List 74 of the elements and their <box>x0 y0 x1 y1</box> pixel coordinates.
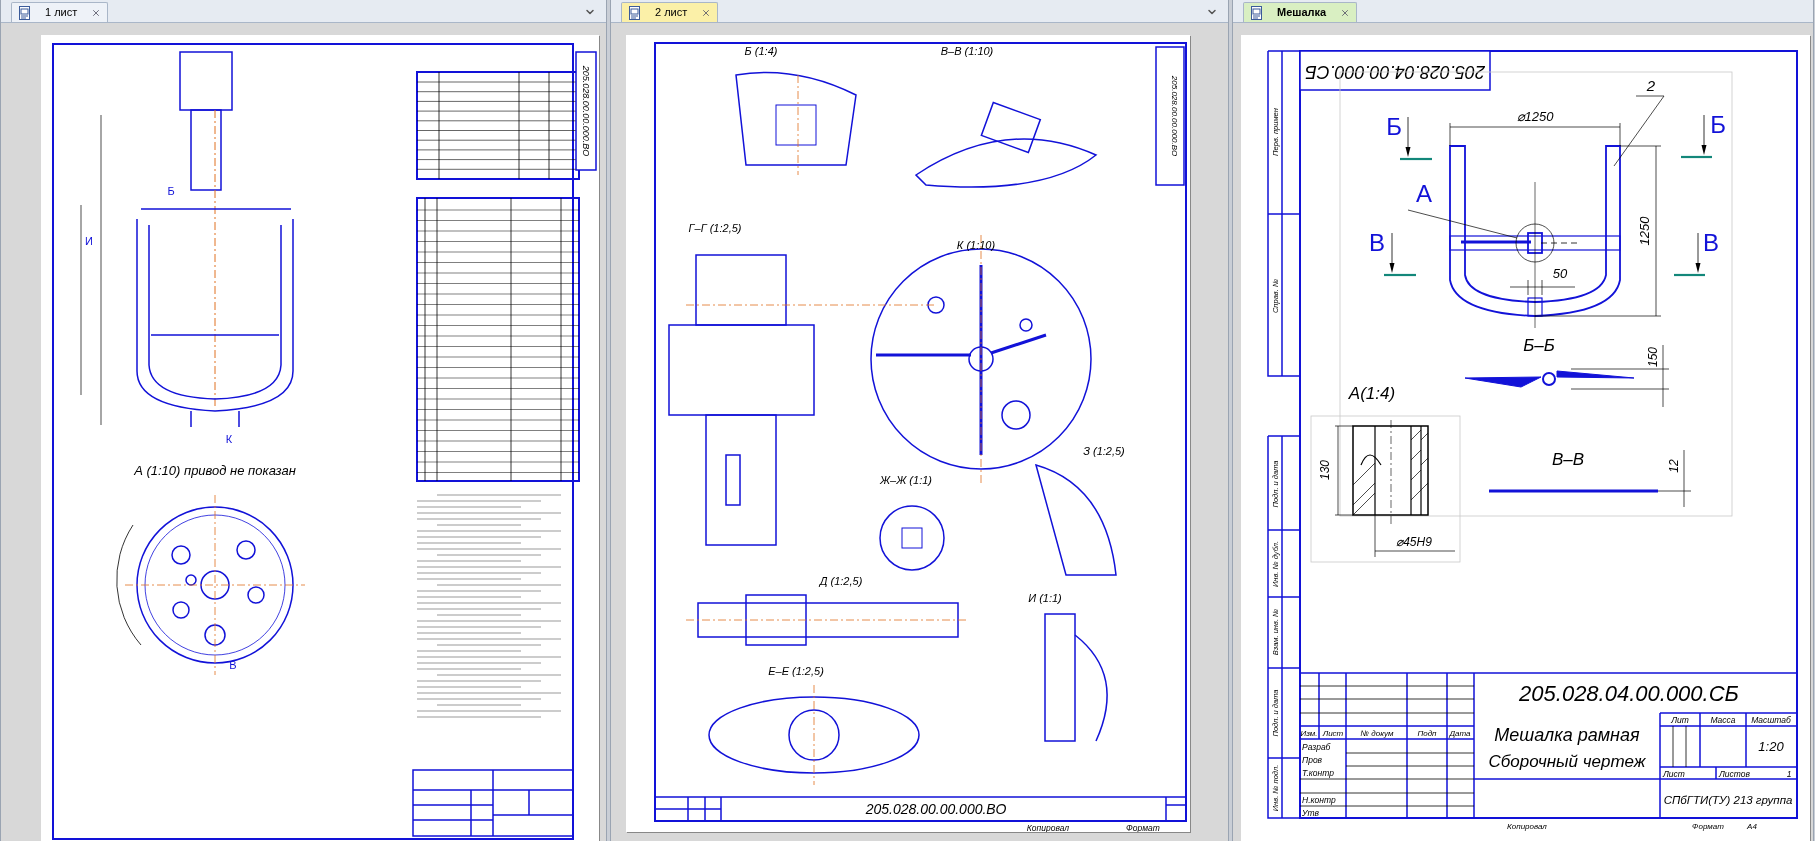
column-header: Масштаб <box>1751 715 1791 725</box>
view-title: А (1:10) привод не показан <box>134 463 296 478</box>
callout-letter: А <box>1416 180 1432 207</box>
view-mark: Б <box>167 185 175 197</box>
drawing-code: 205.028.00.00.000.ВО <box>1170 75 1179 157</box>
document-tab[interactable]: Мешалка <box>1243 2 1358 22</box>
footer-label: Формат <box>1126 823 1160 832</box>
section-arrow <box>1400 116 1432 161</box>
dimension-text: ⌀1250 <box>1516 109 1554 124</box>
column-header: Масса <box>1710 715 1736 725</box>
column-header: Лист <box>1322 729 1344 738</box>
column-header: Лит <box>1671 715 1689 725</box>
role-label: Н.контр <box>1302 795 1336 805</box>
dimension-text: 12 <box>1667 459 1681 473</box>
view-label: К (1:10) <box>956 239 996 251</box>
view-label: А(1:4) <box>1348 384 1396 403</box>
drawing-title: Мешалка рамная <box>1494 725 1640 745</box>
view-label: З (1:2,5) <box>1083 445 1125 457</box>
view-label: Ж–Ж (1:1) <box>880 474 932 486</box>
column-header: Подп <box>1417 729 1437 738</box>
drawing-code: 205.028.04.00.000.СБ <box>1305 62 1485 82</box>
view-label: Д (1:2,5) <box>819 575 863 587</box>
section-letter: Б <box>1386 113 1402 140</box>
document-icon <box>18 5 31 20</box>
organization-text: СПбГТИ(ТУ) 213 группа <box>1663 794 1793 806</box>
document-icon <box>628 5 641 20</box>
drawing-code: 205.028.00.00.000.ВО <box>865 801 1007 817</box>
section-letter: В <box>1369 229 1385 256</box>
close-icon[interactable] <box>701 7 712 18</box>
dimension-text: ⌀45H9 <box>1396 535 1432 549</box>
view-mark: К <box>225 433 233 445</box>
view-label: Б–Б <box>1523 336 1555 355</box>
close-icon[interactable] <box>91 7 102 18</box>
leader-line <box>1613 95 1665 167</box>
view-label: В–В (1:10) <box>940 45 994 57</box>
drawing-title: Сборочный чертеж <box>1488 752 1646 771</box>
role-label: Разраб <box>1302 742 1331 752</box>
dimension-text: 1250 <box>1637 216 1652 246</box>
column-header: Изм. <box>1300 729 1318 738</box>
footer-label: Формат <box>1692 822 1724 831</box>
column-header: № докум <box>1360 729 1394 738</box>
role-label: Утв <box>1302 808 1319 818</box>
view-label: В–В <box>1551 450 1585 469</box>
view-label: Е–Е (1:2,5) <box>768 665 824 677</box>
document-tab[interactable]: 1 лист <box>11 2 109 22</box>
footer-label: Копировал <box>1507 822 1547 831</box>
dimension-text: 50 <box>1552 266 1568 281</box>
section-letter: Б <box>1710 111 1726 138</box>
close-icon[interactable] <box>1340 7 1351 18</box>
section-arrow <box>1384 232 1416 277</box>
role-label: Пров <box>1302 755 1323 765</box>
section-letter: В <box>1703 229 1719 256</box>
role-label: Т.контр <box>1302 768 1334 778</box>
scale-value: 1:20 <box>1758 739 1784 754</box>
view-label: Б (1:4) <box>744 45 778 57</box>
section-arrow <box>1681 114 1712 159</box>
view-mark: И <box>85 235 93 247</box>
drawing-code: 205.028.00.00.000.ВО <box>581 65 591 157</box>
document-icon <box>1250 5 1263 20</box>
view-label: Г–Г (1:2,5) <box>688 222 742 234</box>
view-label: И (1:1) <box>1028 592 1062 604</box>
section-arrow <box>1674 232 1705 277</box>
sheet-count: 1 <box>1786 769 1792 779</box>
footer-label: А4 <box>1747 822 1757 831</box>
title-block-code: 205.028.04.00.000.СБ <box>1519 681 1739 706</box>
dimension-line <box>1657 449 1692 508</box>
document-tab[interactable]: 2 лист <box>621 2 719 22</box>
dimension-text: 130 <box>1318 460 1332 480</box>
callout-number: 2 <box>1646 77 1656 94</box>
footer-label: Копировал <box>1026 823 1070 832</box>
column-header: Дата <box>1449 729 1471 738</box>
sheet-label: Лист <box>1663 769 1685 779</box>
dimension-text: 150 <box>1646 347 1660 367</box>
sheet-label: Листов <box>1719 769 1750 779</box>
